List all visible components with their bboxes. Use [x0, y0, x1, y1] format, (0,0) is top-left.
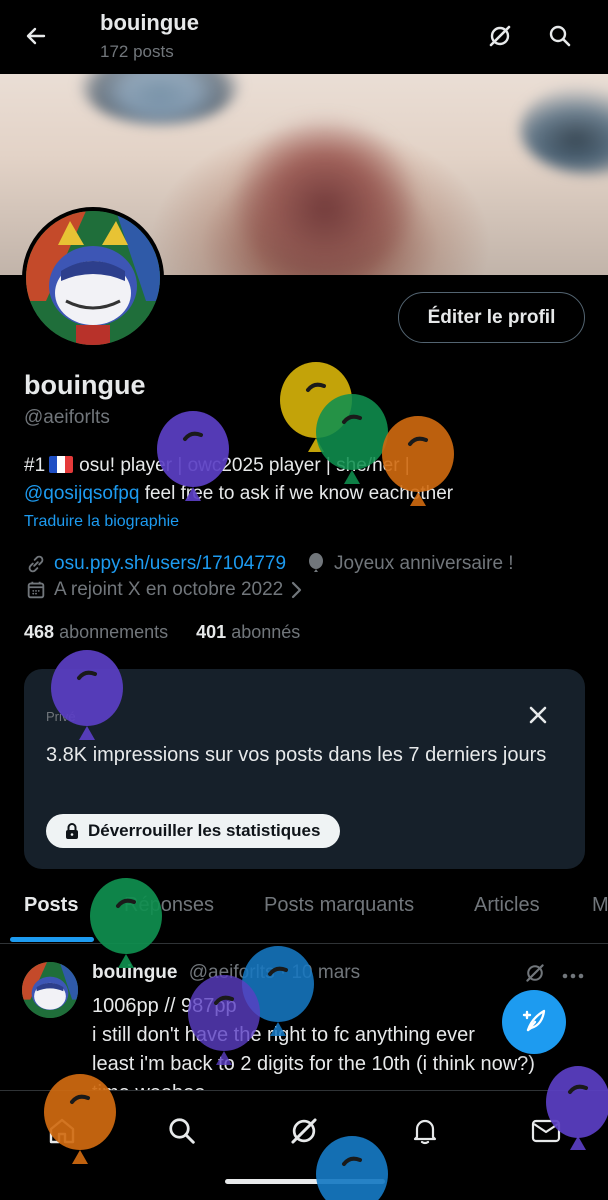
- profile-bio: #1 osu! player | owc2025 player | she/her…: [24, 452, 584, 508]
- insights-card: Privé 3.8K impressions sur vos posts dan…: [24, 669, 585, 869]
- profile-avatar[interactable]: [22, 207, 164, 349]
- compose-icon: [519, 1005, 549, 1040]
- grok-button[interactable]: [480, 18, 520, 58]
- grok-icon: [487, 23, 513, 54]
- post-date[interactable]: · 10 mars: [280, 962, 360, 983]
- post-author-handle[interactable]: @aeiforlts: [189, 962, 275, 983]
- grok-icon: [524, 962, 546, 989]
- profile-joined-row[interactable]: A rejoint X en octobre 2022: [24, 578, 303, 602]
- post-author-avatar[interactable]: [22, 962, 78, 1018]
- private-badge: Privé: [46, 709, 76, 724]
- balloon-icon: [304, 552, 328, 576]
- top-bar: bouingue 172 posts: [0, 0, 608, 74]
- post-author-name[interactable]: bouingue: [92, 962, 177, 983]
- post-grok-button[interactable]: [520, 960, 550, 990]
- tab-posts[interactable]: Posts: [24, 894, 78, 917]
- nav-home[interactable]: [40, 1111, 84, 1155]
- more-icon: [562, 966, 584, 984]
- profile-birthday: Joyeux anniversaire !: [334, 553, 514, 574]
- unlock-stats-button[interactable]: Déverrouiller les statistiques: [46, 814, 341, 848]
- bio-line2: feel free to ask if we know eachother: [139, 483, 454, 504]
- profile-tabs: Posts Réponses Posts marquants Articles …: [0, 874, 608, 944]
- active-tab-indicator: [10, 937, 94, 942]
- nav-search[interactable]: [160, 1111, 204, 1155]
- tab-articles[interactable]: Articles: [474, 894, 540, 917]
- post-more-button[interactable]: [558, 960, 588, 990]
- calendar-icon: [24, 578, 48, 602]
- grok-icon: [288, 1115, 320, 1152]
- tab-media[interactable]: M: [592, 894, 608, 917]
- tab-highlights[interactable]: Posts marquants: [264, 894, 414, 917]
- nav-grok[interactable]: [282, 1111, 326, 1155]
- bell-icon: [410, 1116, 440, 1151]
- chevron-right-icon: [289, 580, 303, 600]
- post-header: bouingue @aeiforlts · 10 mars: [92, 962, 360, 984]
- post-text-line: least i'm back to 2 digits for the 10th …: [92, 1053, 535, 1075]
- header-title: bouingue: [100, 10, 199, 35]
- gesture-home-bar[interactable]: [225, 1179, 385, 1184]
- profile-handle: @aeiforlts: [24, 407, 110, 428]
- close-icon: [528, 705, 548, 730]
- bottom-navigation: [0, 1090, 608, 1200]
- bio-mention-link[interactable]: @qosijqsofpq: [24, 483, 139, 504]
- bio-rank: #1: [24, 455, 46, 476]
- compose-button[interactable]: [502, 990, 566, 1054]
- profile-display-name: bouingue: [24, 370, 146, 400]
- tab-replies[interactable]: Réponses: [124, 894, 214, 917]
- france-flag-icon: [49, 456, 74, 473]
- profile-meta-row: osu.ppy.sh/users/17104779 Joyeux anniver…: [24, 552, 514, 576]
- lock-icon: [64, 822, 80, 840]
- header-post-count: 172 posts: [100, 42, 174, 61]
- back-button[interactable]: [16, 18, 56, 58]
- nav-notifications[interactable]: [403, 1111, 447, 1155]
- profile-joined-date: A rejoint X en octobre 2022: [54, 579, 284, 600]
- following-stat[interactable]: 468 abonnements: [24, 622, 168, 643]
- nav-messages[interactable]: [524, 1111, 568, 1155]
- search-icon: [167, 1116, 197, 1151]
- search-button[interactable]: [540, 18, 580, 58]
- edit-profile-button[interactable]: Éditer le profil: [398, 292, 585, 343]
- translate-bio-link[interactable]: Traduire la biographie: [24, 513, 179, 531]
- followers-stat[interactable]: 401 abonnés: [196, 622, 300, 643]
- mail-icon: [530, 1117, 562, 1150]
- follow-stats: 468 abonnements 401 abonnés: [24, 622, 300, 643]
- unlock-stats-label: Déverrouiller les statistiques: [88, 821, 321, 840]
- link-icon: [24, 552, 48, 576]
- profile-website-link[interactable]: osu.ppy.sh/users/17104779: [54, 553, 286, 575]
- arrow-left-icon: [24, 24, 48, 53]
- bio-line1: osu! player | owc2025 player | she/her |: [79, 455, 410, 476]
- balloon-yellow: [278, 362, 354, 458]
- insights-text: 3.8K impressions sur vos posts dans les …: [46, 744, 547, 766]
- search-icon: [548, 24, 572, 53]
- home-icon: [47, 1116, 77, 1151]
- close-card-button[interactable]: [522, 701, 554, 733]
